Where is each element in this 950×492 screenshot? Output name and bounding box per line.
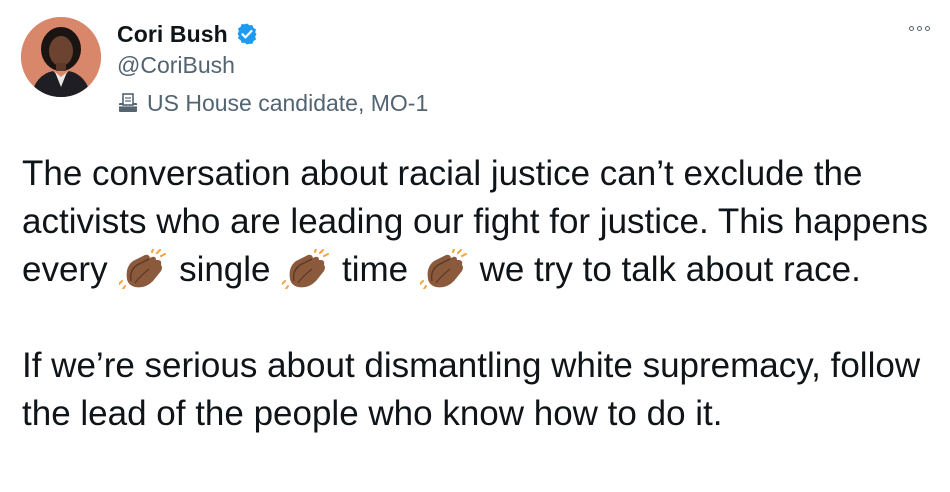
display-name[interactable]: Cori Bush bbox=[117, 21, 228, 48]
label-text: US House candidate, MO-1 bbox=[147, 89, 429, 116]
tweet-text: The conversation about racial justice ca… bbox=[22, 150, 937, 438]
name-row: Cori Bush bbox=[117, 17, 428, 51]
tweet-text-segment: single bbox=[179, 250, 271, 289]
avatar[interactable] bbox=[21, 17, 101, 97]
tweet-paragraph-2: If we’re serious about dismantling white… bbox=[22, 346, 921, 433]
more-options-button[interactable] bbox=[909, 26, 930, 31]
clapping-hands-icon bbox=[118, 248, 167, 290]
ballot-box-icon bbox=[117, 92, 139, 114]
tweet-paragraph-1: The conversation about racial justice ca… bbox=[22, 150, 937, 294]
avatar-photo bbox=[21, 17, 101, 97]
more-dot bbox=[909, 26, 914, 31]
tweet-card: Cori Bush @CoriBush US House candidate, bbox=[0, 0, 950, 492]
tweet-text-segment: we try to talk about race. bbox=[479, 250, 861, 289]
handle[interactable]: @CoriBush bbox=[117, 50, 428, 80]
more-dot bbox=[917, 26, 922, 31]
author-header: Cori Bush @CoriBush US House candidate, bbox=[117, 17, 428, 118]
tweet-text-segment: time bbox=[341, 250, 409, 289]
verified-badge-icon bbox=[235, 22, 259, 46]
clapping-hands-icon bbox=[418, 248, 468, 290]
more-dot bbox=[925, 26, 930, 31]
clapping-hands-icon bbox=[281, 248, 330, 290]
account-label: US House candidate, MO-1 bbox=[117, 88, 428, 118]
